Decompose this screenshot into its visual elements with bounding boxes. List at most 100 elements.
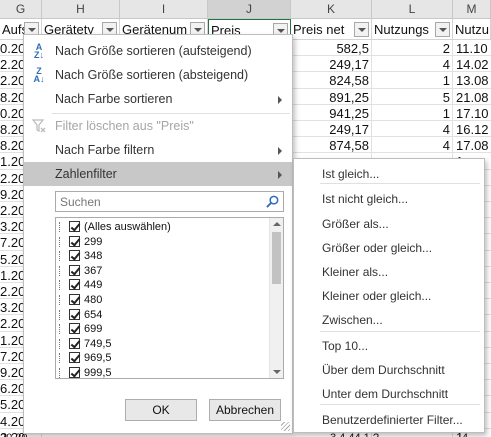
list-scrollbar[interactable]	[269, 218, 283, 378]
tree-line	[59, 309, 66, 320]
submenu-item-less-than[interactable]: Kleiner als...	[294, 260, 484, 284]
header-label: Nutzu	[455, 22, 489, 37]
clear-filter-icon	[31, 118, 47, 134]
tree-line	[59, 236, 66, 247]
checkbox-checked-icon[interactable]	[69, 221, 80, 232]
cell-l[interactable]: 4	[374, 137, 450, 154]
scroll-up-icon[interactable]	[273, 222, 281, 226]
cell-m[interactable]: 16.12	[456, 121, 491, 138]
autofilter-dropdown: A Z↓ Nach Größe sortieren (aufsteigend) Z…	[23, 34, 293, 434]
header-cell-nutzu[interactable]: Nutzu	[453, 19, 491, 40]
menu-label: Nach Farbe sortieren	[55, 92, 173, 106]
cell-k[interactable]: 249,17	[293, 121, 369, 138]
cell-l[interactable]: 4	[374, 56, 450, 73]
search-input[interactable]: Suchen	[55, 191, 284, 212]
cell-k[interactable]: 824,58	[293, 72, 369, 89]
menu-label: Zahlenfilter	[55, 167, 117, 181]
resize-grip-icon[interactable]	[281, 422, 290, 431]
checkbox-checked-icon[interactable]	[69, 352, 80, 364]
submenu-item-below-average[interactable]: Unter dem Durchschnitt	[294, 382, 484, 406]
submenu-item-not-equals[interactable]: Ist nicht gleich...	[294, 187, 484, 211]
value-label: 449	[84, 279, 103, 292]
value-label: 749,5	[84, 337, 112, 350]
sort-ascending-item[interactable]: A Z↓ Nach Größe sortieren (aufsteigend)	[24, 39, 292, 63]
cell-k[interactable]: 582,5	[293, 40, 369, 57]
header-cell-preis-netto[interactable]: Preis net	[291, 19, 372, 40]
chevron-right-icon	[278, 96, 282, 104]
magnifier-icon	[266, 195, 279, 208]
chevron-right-icon	[278, 171, 282, 179]
value-label: 699	[84, 323, 103, 336]
column-header-j[interactable]: J	[208, 0, 291, 19]
tree-line	[59, 338, 66, 349]
sort-by-color-item[interactable]: Nach Farbe sortieren	[24, 87, 292, 111]
header-label: Preis net	[293, 22, 345, 37]
submenu-item-greater-than[interactable]: Größer als...	[294, 212, 484, 236]
cell-l[interactable]: 2	[374, 40, 450, 57]
tree-line	[59, 368, 66, 378]
value-label: 654	[84, 308, 103, 321]
cell-m[interactable]: 14.02	[456, 56, 491, 73]
value-label: (Alles auswählen)	[84, 221, 171, 233]
checkbox-checked-icon[interactable]	[69, 308, 80, 320]
number-filters-submenu: Ist gleich... Ist nicht gleich... Größer a…	[293, 158, 485, 433]
cancel-button[interactable]: Abbrechen	[209, 399, 281, 421]
submenu-item-between[interactable]: Zwischen...	[294, 308, 484, 332]
cell-m[interactable]: 11.10	[456, 40, 491, 57]
cell-l[interactable]: 1	[374, 72, 450, 89]
column-header-h[interactable]: H	[42, 0, 120, 19]
clear-filter-item[interactable]: Filter löschen aus "Preis"	[24, 114, 292, 138]
tree-line	[59, 222, 66, 232]
checkbox-checked-icon[interactable]	[69, 294, 80, 305]
tree-line	[59, 324, 66, 335]
checkbox-checked-icon[interactable]	[69, 279, 80, 291]
filter-by-color-item[interactable]: Nach Farbe filtern	[24, 138, 292, 162]
ok-button[interactable]: OK	[125, 399, 197, 421]
number-filters-item[interactable]: Zahlenfilter	[24, 162, 292, 186]
submenu-item-greater-or-equal[interactable]: Größer oder gleich...	[294, 236, 484, 260]
checkbox-checked-icon[interactable]	[69, 235, 80, 247]
cell-l[interactable]: 5	[374, 89, 450, 106]
column-header-l[interactable]: L	[372, 0, 453, 19]
filter-dropdown-button[interactable]	[435, 22, 450, 37]
checkbox-checked-icon[interactable]	[69, 323, 80, 335]
column-header-g[interactable]: G	[0, 0, 42, 19]
tree-line	[59, 295, 66, 305]
checkbox-checked-icon[interactable]	[69, 337, 80, 349]
scroll-down-icon[interactable]	[273, 370, 281, 374]
cell-m[interactable]: 13.08	[456, 72, 491, 89]
value-label: 999,5	[84, 367, 112, 379]
value-label: 367	[84, 264, 103, 277]
menu-label: Filter löschen aus "Preis"	[55, 119, 194, 133]
header-cell-nutzungs[interactable]: Nutzungs	[372, 19, 453, 40]
submenu-item-equals[interactable]: Ist gleich...	[294, 162, 484, 186]
checkbox-checked-icon[interactable]	[69, 367, 80, 378]
value-label: 969,5	[84, 352, 112, 365]
cell-l[interactable]: 1	[374, 105, 450, 122]
checkbox-checked-icon[interactable]	[69, 264, 80, 276]
tree-line	[59, 280, 66, 291]
tree-line	[59, 265, 66, 276]
column-header-i[interactable]: I	[120, 0, 208, 19]
cell-k[interactable]: 249,17	[293, 56, 369, 73]
submenu-item-above-average[interactable]: Über dem Durchschnitt	[294, 358, 484, 382]
cell-m[interactable]: 17.10	[456, 105, 491, 122]
cell-k[interactable]: 891,25	[293, 89, 369, 106]
sort-descending-item[interactable]: Z A↓ Nach Größe sortieren (absteigend)	[24, 63, 292, 87]
cell-k[interactable]: 941,25	[293, 105, 369, 122]
cell-m[interactable]: 21.08	[456, 89, 491, 106]
column-header-m[interactable]: M	[453, 0, 491, 19]
checkbox-checked-icon[interactable]	[69, 250, 80, 262]
scroll-thumb[interactable]	[272, 232, 281, 284]
cell-m[interactable]: 17.08	[456, 137, 491, 154]
submenu-item-custom-filter[interactable]: Benutzerdefinierter Filter...	[294, 408, 484, 432]
filter-value-list[interactable]: (Alles auswählen) 299 348 367 449 480 654 699 74…	[55, 217, 284, 379]
submenu-item-less-or-equal[interactable]: Kleiner oder gleich...	[294, 284, 484, 308]
value-label: 480	[84, 294, 103, 306]
submenu-item-top-10[interactable]: Top 10...	[294, 334, 484, 358]
filter-dropdown-button[interactable]	[354, 22, 369, 37]
cell-k[interactable]: 874,58	[293, 137, 369, 154]
cell-l[interactable]: 4	[374, 121, 450, 138]
column-header-k[interactable]: K	[291, 0, 372, 19]
tree-line	[59, 353, 66, 364]
